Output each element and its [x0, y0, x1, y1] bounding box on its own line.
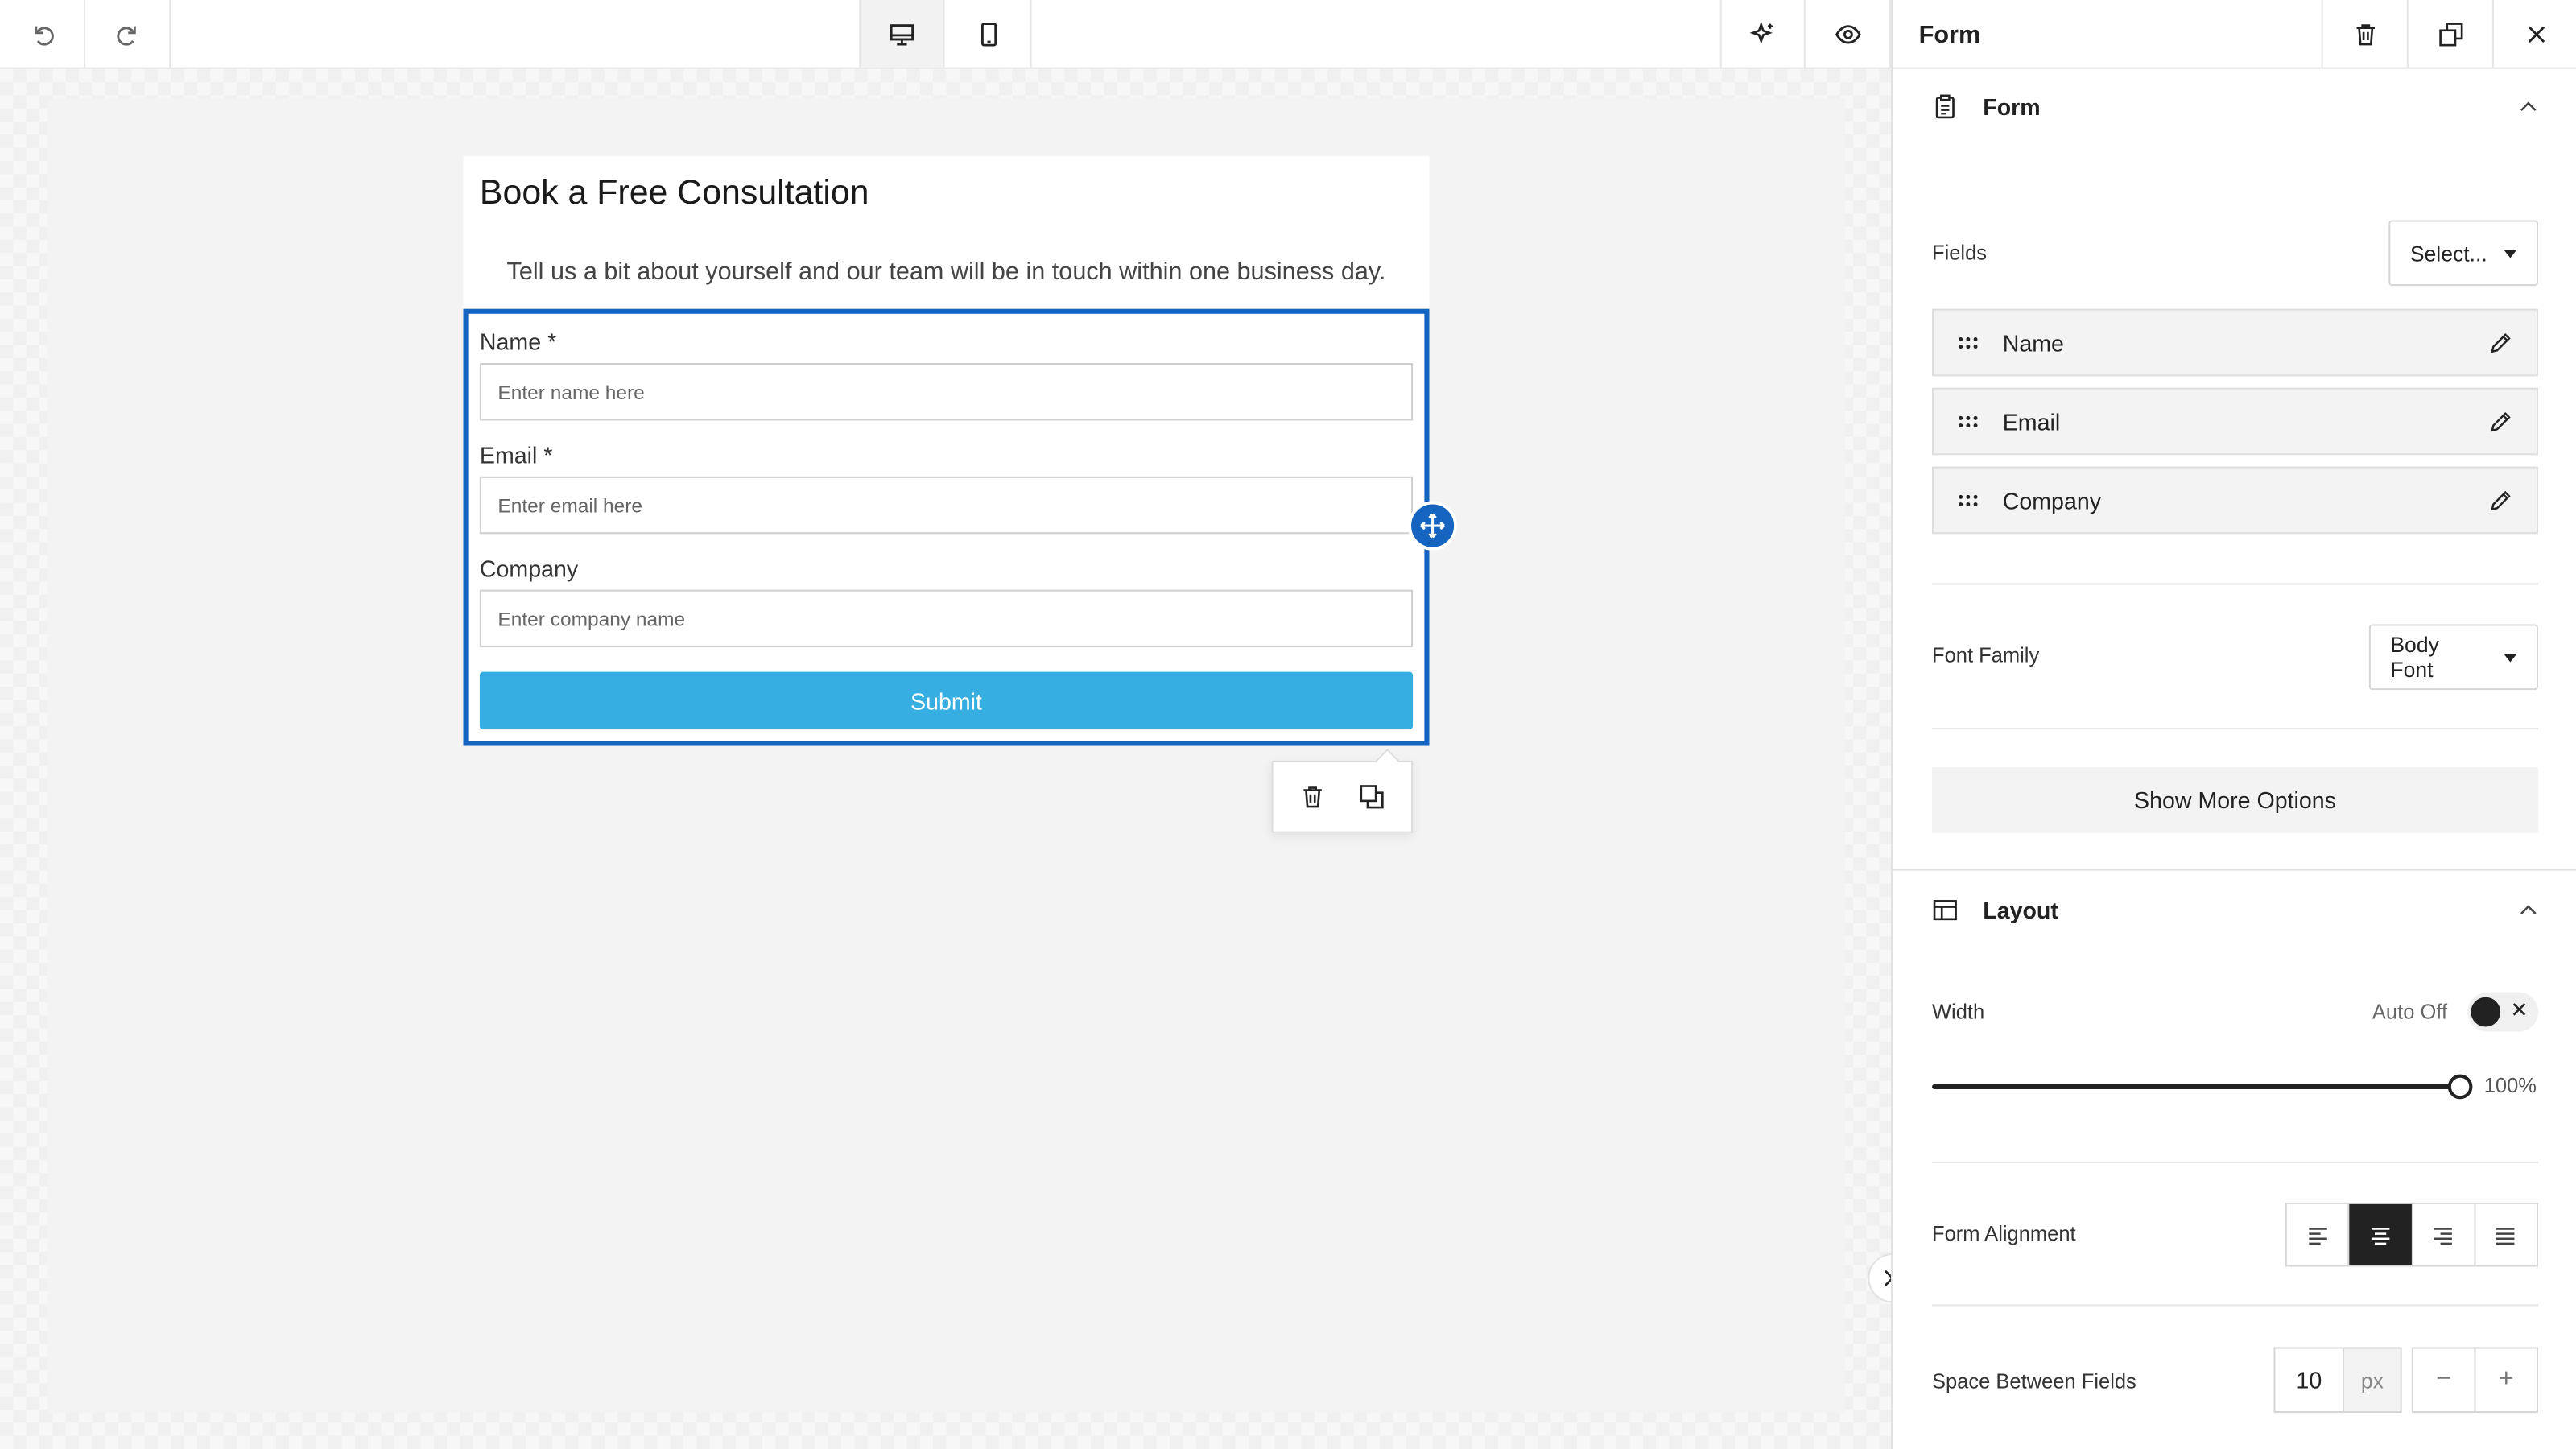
close-icon	[2527, 25, 2545, 43]
fields-label: Fields	[1931, 241, 1988, 265]
panel-header: Form	[1893, 0, 2576, 69]
drag-handle-icon[interactable]	[1957, 331, 1980, 354]
form-alignment-label: Form Alignment	[1931, 1222, 2076, 1245]
email-input[interactable]	[479, 476, 1414, 535]
top-toolbar	[0, 0, 1891, 69]
spacing-stepper: − +	[2411, 1347, 2539, 1414]
caret-down-icon	[2504, 249, 2517, 258]
panel-duplicate-button[interactable]	[2406, 0, 2492, 68]
delete-block-button[interactable]	[1290, 774, 1335, 819]
preview-button[interactable]	[1806, 0, 1891, 68]
spacing-value[interactable]: 10	[2276, 1348, 2345, 1412]
panel-delete-button[interactable]	[2321, 0, 2407, 68]
field-item-label: Company	[2002, 487, 2102, 514]
show-more-options-button[interactable]: Show More Options	[1931, 767, 2539, 833]
close-icon: ✕	[2510, 997, 2529, 1022]
drag-handle-icon[interactable]	[1957, 410, 1980, 433]
toggle-knob	[2471, 997, 2501, 1027]
field-item-label: Name	[2002, 329, 2064, 356]
clipboard-icon	[1932, 92, 1962, 122]
pencil-icon[interactable]	[2487, 487, 2514, 514]
layout-section-header[interactable]: Layout	[1932, 890, 2540, 930]
field-item-company[interactable]: Company	[1931, 466, 2539, 535]
form-subtitle[interactable]: Tell us a bit about yourself and our tea…	[464, 258, 1430, 286]
move-handle[interactable]	[1407, 501, 1458, 551]
divider	[1931, 1304, 2539, 1307]
decrement-button[interactable]: −	[2413, 1348, 2476, 1412]
chevron-up-icon	[2520, 905, 2537, 914]
spacing-input[interactable]: 10 px	[2273, 1347, 2402, 1414]
caret-down-icon	[2504, 653, 2517, 662]
undo-icon	[34, 25, 53, 45]
font-family-value: Body Font	[2390, 632, 2439, 682]
email-label: Email *	[479, 441, 553, 469]
width-slider-value: 100%	[2483, 1074, 2537, 1098]
align-right-button[interactable]	[2413, 1203, 2475, 1265]
mobile-view-button[interactable]	[947, 0, 1032, 68]
fields-select[interactable]: Select...	[2388, 220, 2539, 287]
width-slider-thumb[interactable]	[2447, 1074, 2473, 1100]
layout-section-title: Layout	[1983, 897, 2058, 923]
pencil-icon[interactable]	[2487, 408, 2514, 435]
duplicate-block-button[interactable]	[1348, 774, 1394, 819]
width-label: Width	[1931, 1000, 1985, 1024]
form-title[interactable]: Book a Free Consultation	[480, 174, 869, 213]
settings-panel: Form Form Fields Select... Name Email Co…	[1890, 0, 2576, 1449]
panel-title: Form	[1918, 21, 1981, 50]
mobile-icon	[980, 22, 997, 46]
auto-width-label: Auto Off	[2372, 1000, 2448, 1024]
trash-icon	[1303, 786, 1322, 808]
redo-icon	[116, 25, 135, 45]
divider	[1931, 728, 2539, 730]
section-divider	[1893, 869, 2576, 871]
auto-width-toggle[interactable]: ✕	[2467, 992, 2539, 1032]
align-justify-button[interactable]	[2475, 1204, 2537, 1265]
duplicate-icon	[1360, 785, 1384, 809]
panel-close-button[interactable]	[2491, 0, 2576, 68]
name-label: Name *	[479, 328, 557, 355]
form-section-title: Form	[1983, 93, 2041, 120]
field-item-email[interactable]: Email	[1931, 387, 2539, 456]
font-family-select[interactable]: Body Font	[2368, 624, 2539, 691]
field-item-label: Email	[2002, 408, 2061, 435]
redo-button[interactable]	[85, 0, 171, 68]
sparkle-icon	[1749, 20, 1773, 44]
layout-icon	[1932, 895, 1962, 925]
move-icon	[1420, 513, 1445, 539]
increment-button[interactable]: +	[2475, 1348, 2537, 1411]
company-label: Company	[479, 555, 579, 582]
divider	[1931, 1161, 2539, 1163]
submit-button[interactable]: Submit	[479, 671, 1414, 730]
drag-handle-icon[interactable]	[1957, 489, 1980, 512]
company-input[interactable]	[479, 589, 1414, 648]
width-slider-track[interactable]	[1931, 1084, 2460, 1090]
align-left-icon	[2308, 1227, 2327, 1245]
desktop-view-button[interactable]	[859, 0, 945, 68]
ai-assist-button[interactable]	[1719, 0, 1806, 68]
name-input[interactable]	[479, 363, 1414, 421]
undo-button[interactable]	[0, 0, 86, 68]
fields-select-value: Select...	[2409, 240, 2487, 266]
block-floating-toolbar	[1271, 760, 1414, 833]
form-section-header[interactable]: Form	[1932, 87, 2540, 126]
align-left-button[interactable]	[2287, 1203, 2350, 1265]
duplicate-icon	[2438, 22, 2462, 46]
align-center-button[interactable]	[2349, 1203, 2413, 1265]
pencil-icon[interactable]	[2487, 329, 2514, 356]
align-right-icon	[2434, 1227, 2453, 1245]
font-family-label: Font Family	[1931, 643, 2040, 667]
spacing-unit: px	[2344, 1348, 2401, 1412]
space-between-fields-label: Space Between Fields	[1931, 1370, 2136, 1393]
align-justify-icon	[2496, 1227, 2516, 1245]
chevron-up-icon	[2520, 101, 2537, 112]
desktop-icon	[890, 23, 914, 45]
trash-icon	[2355, 23, 2374, 45]
align-center-icon	[2371, 1227, 2390, 1245]
eye-icon	[1834, 24, 1860, 43]
field-item-name[interactable]: Name	[1931, 308, 2539, 377]
form-alignment-group	[2285, 1202, 2539, 1267]
divider	[1931, 583, 2539, 585]
